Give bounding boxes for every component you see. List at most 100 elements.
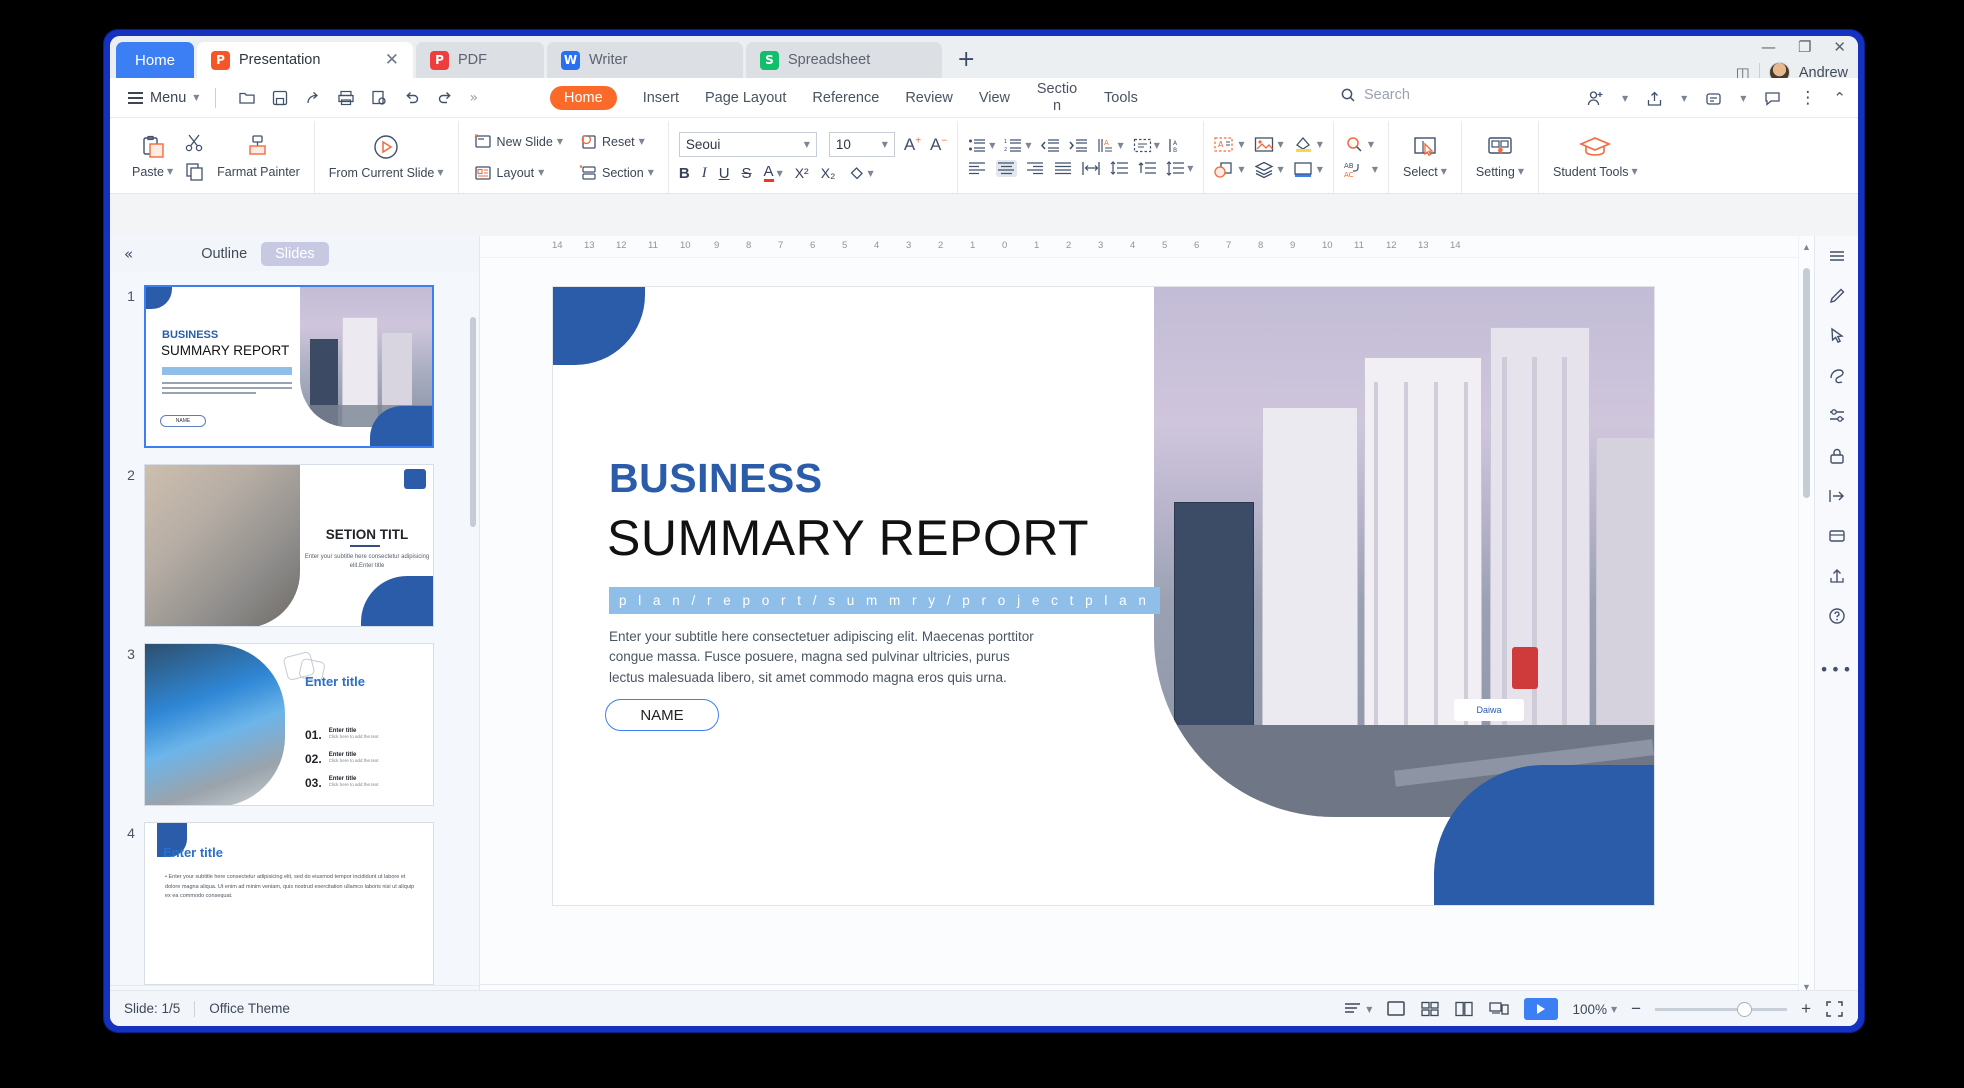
slide-subtitle[interactable]: Enter your subtitle here consectetuer ad… [609, 627, 1039, 688]
adjust-sliders-icon[interactable] [1827, 406, 1847, 426]
slide-photo[interactable]: Daiwa [1154, 287, 1654, 817]
pen-icon[interactable] [1827, 286, 1847, 306]
section-button[interactable]: Section ▼ [574, 161, 658, 185]
new-slide-button[interactable]: New Slide ▼ [469, 130, 567, 154]
find-icon[interactable]: ▼ [1344, 136, 1374, 154]
arrow-right-icon[interactable] [1827, 486, 1847, 506]
decrease-font-size-icon[interactable]: A− [930, 135, 947, 155]
align-right-icon[interactable] [1026, 161, 1045, 176]
maximize-icon[interactable]: ❐ [1798, 38, 1811, 56]
student-tools-button[interactable]: Student Tools ▼ [1549, 133, 1642, 182]
paste-button[interactable]: Paste ▼ [128, 133, 177, 182]
share-node-icon[interactable] [1827, 566, 1847, 586]
slides-tab[interactable]: Slides [261, 241, 329, 266]
layout-button[interactable]: Layout ▼ [469, 161, 567, 185]
slide-canvas[interactable]: Daiwa BUSINESS SUMMARY REPORT p l a n / … [552, 286, 1655, 906]
thumbnail-canvas[interactable]: Enter title 01. Enter title Click here t… [144, 643, 434, 807]
align-text-vertical-icon[interactable]: AB [1169, 138, 1184, 153]
rectangle-icon[interactable] [1827, 526, 1847, 546]
add-user-icon[interactable] [1586, 89, 1605, 108]
close-window-icon[interactable]: ✕ [1833, 38, 1846, 56]
share-upload-icon[interactable] [1645, 89, 1664, 108]
ribbon-tab-page-layout[interactable]: Page Layout [705, 90, 786, 106]
normal-view-icon[interactable] [1386, 1000, 1406, 1018]
main-menu-button[interactable]: Menu ▼ [120, 90, 207, 106]
text-box-icon[interactable]: ▼ [1133, 138, 1160, 153]
frame-icon[interactable]: ▼ [1293, 161, 1323, 179]
shape-icon[interactable]: ▼ [1214, 161, 1245, 179]
distribute-icon[interactable] [1082, 161, 1101, 176]
ribbon-tab-insert[interactable]: Insert [643, 90, 679, 106]
clear-formatting-button[interactable]: ▼ [848, 166, 874, 181]
ribbon-tab-home[interactable]: Home [550, 85, 617, 110]
slide-sorter-icon[interactable] [1420, 1000, 1440, 1018]
decrease-indent-icon[interactable] [1040, 138, 1060, 153]
close-icon[interactable]: ✕ [385, 51, 399, 69]
reset-button[interactable]: Reset ▼ [574, 130, 658, 154]
font-family-select[interactable]: Seoui ▼ [678, 132, 817, 157]
slide-thumbnail-3[interactable]: 3 Enter title 01. Enter title Click here… [110, 637, 479, 816]
subscript-button[interactable]: X₂ [821, 165, 836, 181]
zoom-slider-knob[interactable] [1737, 1001, 1753, 1017]
redo-icon[interactable] [436, 89, 454, 107]
search-input[interactable]: Search [1340, 87, 1410, 103]
cut-scissors-icon[interactable] [184, 132, 206, 154]
insert-textbox-icon[interactable]: A ▼ [1214, 136, 1245, 154]
thumbnail-canvas[interactable]: BUSINESS SUMMARY REPORT NAME [144, 285, 434, 449]
more-vertical-icon[interactable]: ⋮ [1799, 89, 1816, 107]
tab-pdf[interactable]: P PDF [416, 42, 544, 78]
bulleted-list-icon[interactable]: ▼ [968, 138, 995, 153]
ribbon-tab-section[interactable]: Section [1036, 81, 1078, 114]
thumbnail-canvas[interactable]: Enter title • Enter your subtitle here c… [144, 822, 434, 985]
strikethrough-button[interactable]: S [742, 165, 752, 182]
slide-name-button[interactable]: NAME [605, 699, 719, 731]
cursor-icon[interactable] [1827, 326, 1847, 346]
scrollbar-thumb[interactable] [1803, 268, 1810, 498]
zoom-level-button[interactable]: 100% ▼ [1572, 1002, 1617, 1017]
insert-picture-icon[interactable]: ▼ [1254, 136, 1284, 154]
superscript-button[interactable]: X² [795, 165, 809, 181]
increase-indent-icon[interactable] [1068, 138, 1088, 153]
setting-button[interactable]: Setting ▼ [1472, 133, 1528, 182]
undo-icon[interactable] [403, 89, 421, 107]
space-before-icon[interactable] [1138, 161, 1157, 176]
slide-panel-scrollbar[interactable] [470, 317, 476, 528]
font-color-button[interactable]: A ▼ [763, 164, 783, 182]
ribbon-tab-view[interactable]: View [979, 90, 1010, 106]
outline-tab[interactable]: Outline [201, 246, 247, 262]
cloud-sync-icon[interactable] [1704, 89, 1723, 108]
collapse-ribbon-icon[interactable]: ⌃ [1833, 89, 1846, 107]
italic-button[interactable]: I [702, 165, 707, 182]
layers-icon[interactable]: ▼ [1254, 161, 1284, 179]
increase-font-size-icon[interactable]: A+ [904, 135, 921, 155]
collapse-left-icon[interactable]: « [124, 245, 133, 263]
print-icon[interactable] [337, 89, 355, 107]
thumbnail-canvas[interactable]: SETION TITL Enter your subtitle here con… [144, 464, 434, 628]
canvas-vertical-scrollbar[interactable]: ▲ ▼ ▲ ▼ [1798, 236, 1814, 1026]
comment-icon[interactable] [1763, 89, 1782, 108]
slide-thumbnail-1[interactable]: 1 BUSINESS SUMMARY REPORT NAME [110, 279, 479, 458]
chevron-down-icon[interactable]: ▼ [1740, 94, 1746, 103]
more-chevrons-icon[interactable]: » [469, 90, 478, 106]
zoom-slider[interactable] [1655, 1001, 1788, 1017]
slide-thumbnail-4[interactable]: 4 Enter title • Enter your subtitle here… [110, 816, 479, 985]
chevron-down-icon[interactable]: ▼ [1622, 94, 1628, 103]
eraser-shape-icon[interactable] [1827, 366, 1847, 386]
columns-icon[interactable]: ▼ [1166, 160, 1193, 176]
notes-view-icon[interactable] [1488, 1000, 1510, 1018]
slide-title-blue[interactable]: BUSINESS [609, 455, 823, 502]
select-button[interactable]: Select ▼ [1399, 133, 1451, 182]
slide-title-black[interactable]: SUMMARY REPORT [607, 509, 1089, 567]
underline-button[interactable]: U [719, 165, 730, 182]
align-center-icon[interactable] [996, 159, 1018, 177]
zoom-out-button[interactable]: − [1631, 999, 1641, 1019]
align-left-icon[interactable] [968, 161, 987, 176]
slide-canvas-area[interactable]: Daiwa BUSINESS SUMMARY REPORT p l a n / … [480, 258, 1798, 984]
menu-lines-icon[interactable] [1827, 246, 1847, 266]
slide-tagline[interactable]: p l a n / r e p o r t / s u m m r y / p … [609, 587, 1160, 614]
reading-view-icon[interactable] [1454, 1000, 1474, 1018]
slide-thumbnail-list[interactable]: 1 BUSINESS SUMMARY REPORT NAME 2 SETION … [110, 271, 479, 985]
tab-spreadsheet[interactable]: S Spreadsheet [746, 42, 942, 78]
minimize-icon[interactable]: — [1761, 38, 1776, 56]
tab-writer[interactable]: W Writer [547, 42, 743, 78]
